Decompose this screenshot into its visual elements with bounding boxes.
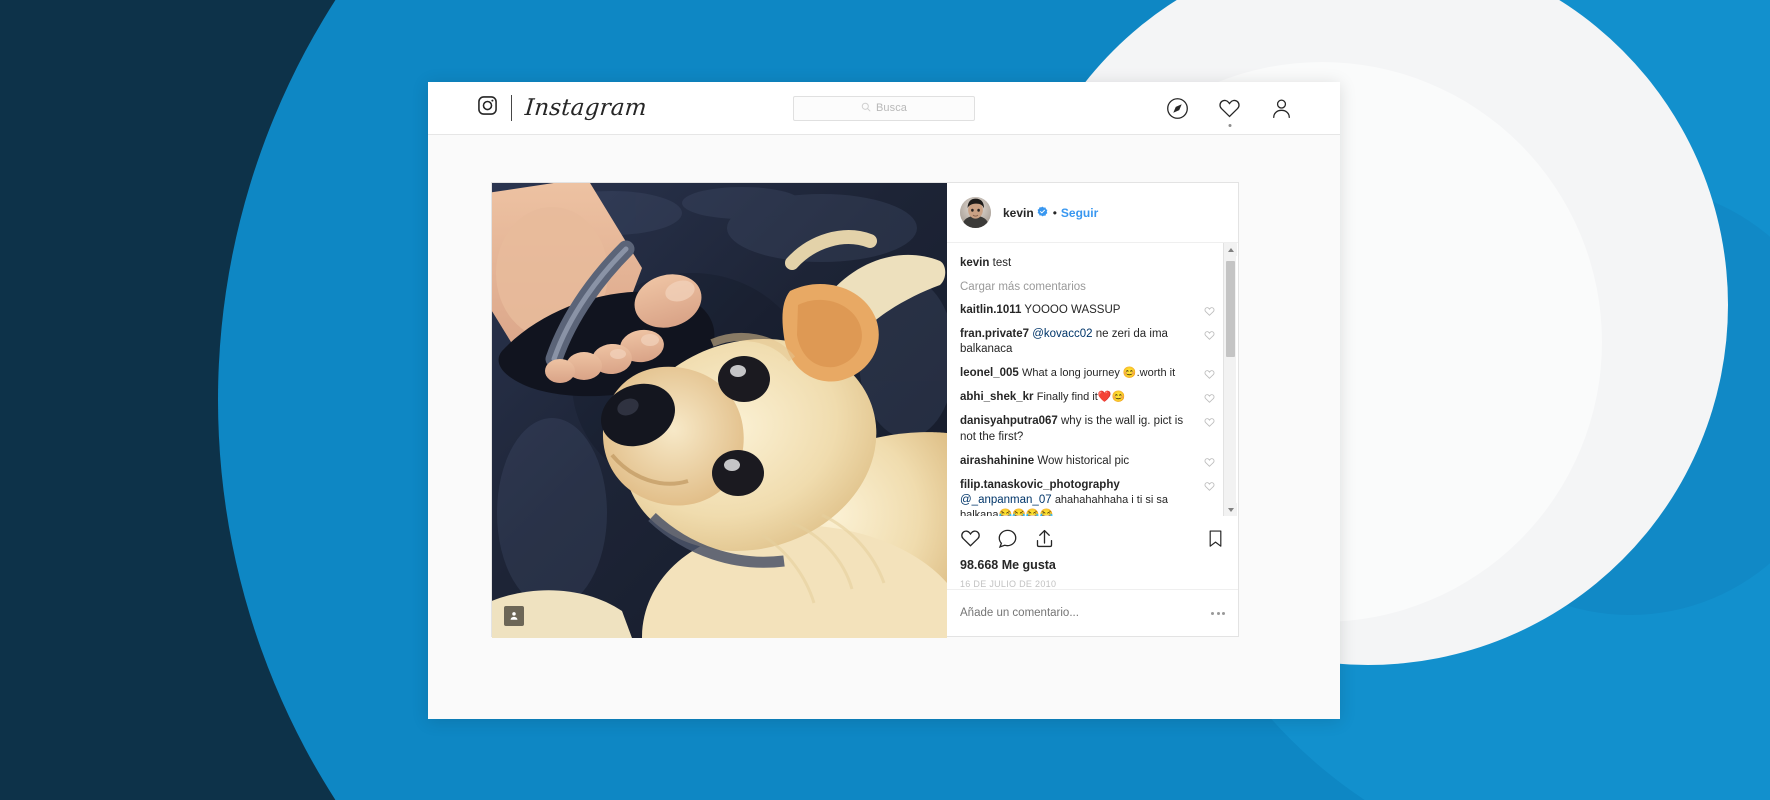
verified-badge-icon [1037,204,1048,222]
heart-outline-icon[interactable] [1204,369,1215,380]
profile-person-icon[interactable] [1270,97,1293,120]
comment-item: airashahinine Wow historical pic [960,454,1215,469]
header-separator: • [1052,205,1057,220]
comment-item: fran.private7 @kovacc02 ne zeri da ima b… [960,327,1215,357]
comment-username[interactable]: fran.private7 [960,328,1029,340]
heart-outline-icon[interactable] [1204,417,1215,428]
comment-username[interactable]: leonel_005 [960,367,1019,379]
post-action-bar [947,516,1238,560]
heart-outline-icon[interactable] [1204,306,1215,317]
instagram-wordmark[interactable]: Instagram [524,95,648,121]
navbar-actions [1166,97,1293,127]
scroll-up-arrow[interactable] [1224,243,1237,256]
heart-outline-icon[interactable] [1204,457,1215,468]
post-photo[interactable] [492,183,947,638]
tagged-person-icon [509,611,519,621]
comment-username[interactable]: danisyahputra067 [960,415,1058,427]
comment-item: kaitlin.1011 YOOOO WASSUP [960,303,1215,318]
comments-list: kevin test Cargar más comentarios kaitli… [947,243,1238,516]
post-author-username[interactable]: kevin [1003,206,1034,220]
bookmark-icon[interactable] [1206,529,1225,548]
scroll-down-arrow[interactable] [1224,503,1237,516]
search-placeholder: Busca [875,102,908,114]
load-more-comments-button[interactable]: Cargar más comentarios [960,281,1215,293]
comment-item: abhi_shek_kr Finally find it❤️😊 [960,390,1215,405]
comments-scroll-region[interactable]: kevin test Cargar más comentarios kaitli… [947,243,1238,516]
brand-area[interactable]: Instagram [477,95,648,121]
post-date: 16 DE JULIO DE 2010 [960,579,1057,589]
search-icon [861,99,871,117]
instagram-app-window: Instagram Busca kevin • Seguir kevin tes… [428,82,1340,719]
page-background: Instagram Busca kevin • Seguir kevin tes… [0,0,1770,800]
comment-text: YOOOO WASSUP [1024,303,1121,316]
top-navigation-bar: Instagram Busca [428,82,1340,135]
comments-scrollbar[interactable] [1223,243,1237,516]
heart-outline-icon[interactable] [1204,393,1215,404]
comment-mention[interactable]: @_anpanman_07 [960,494,1052,506]
post-header: kevin • Seguir [947,183,1238,243]
post-caption: kevin test [960,256,1215,272]
add-comment-input[interactable] [960,607,1211,619]
comment-username[interactable]: kaitlin.1011 [960,304,1021,316]
search-box[interactable]: Busca [793,95,975,121]
notification-dot [1228,123,1231,127]
post-container: kevin • Seguir kevin test Cargar más com… [491,182,1239,638]
brand-divider [511,95,512,121]
share-icon[interactable] [1034,528,1055,549]
comment-item: leonel_005 What a long journey 😊.worth i… [960,366,1215,381]
comment-item: danisyahputra067 why is the wall ig. pic… [960,414,1215,444]
more-options-icon[interactable] [1211,611,1225,615]
comment-text: Wow historical pic [1037,454,1130,467]
follow-button[interactable]: Seguir [1061,206,1098,220]
comment-username[interactable]: abhi_shek_kr [960,391,1034,403]
add-comment-bar [947,589,1238,636]
avatar[interactable] [960,197,991,228]
comment-text: What a long journey 😊.worth it [1022,367,1176,380]
comment-bubble-icon[interactable] [997,528,1018,549]
comment-username[interactable]: filip.tanaskovic_photography [960,479,1120,491]
like-heart-icon[interactable] [960,528,981,549]
comment-text: Finally find it❤️😊 [1036,391,1126,404]
caption-text: test [992,257,1012,269]
heart-outline-icon[interactable] [1204,330,1215,341]
tagged-person-badge[interactable] [504,606,524,626]
comment-item: filip.tanaskovic_photography @_anpanman_… [960,478,1215,516]
instagram-camera-icon[interactable] [477,95,498,121]
explore-compass-icon[interactable] [1166,97,1189,120]
comment-username[interactable]: airashahinine [960,455,1034,467]
comment-mention[interactable]: @kovacc02 [1032,328,1092,340]
caption-username[interactable]: kevin [960,257,989,269]
activity-heart-icon[interactable] [1218,97,1241,127]
heart-outline-icon[interactable] [1204,481,1215,492]
post-sidebar: kevin • Seguir kevin test Cargar más com… [947,183,1238,636]
likes-count[interactable]: 98.668 Me gusta [947,558,1238,572]
scrollbar-thumb[interactable] [1226,261,1235,357]
